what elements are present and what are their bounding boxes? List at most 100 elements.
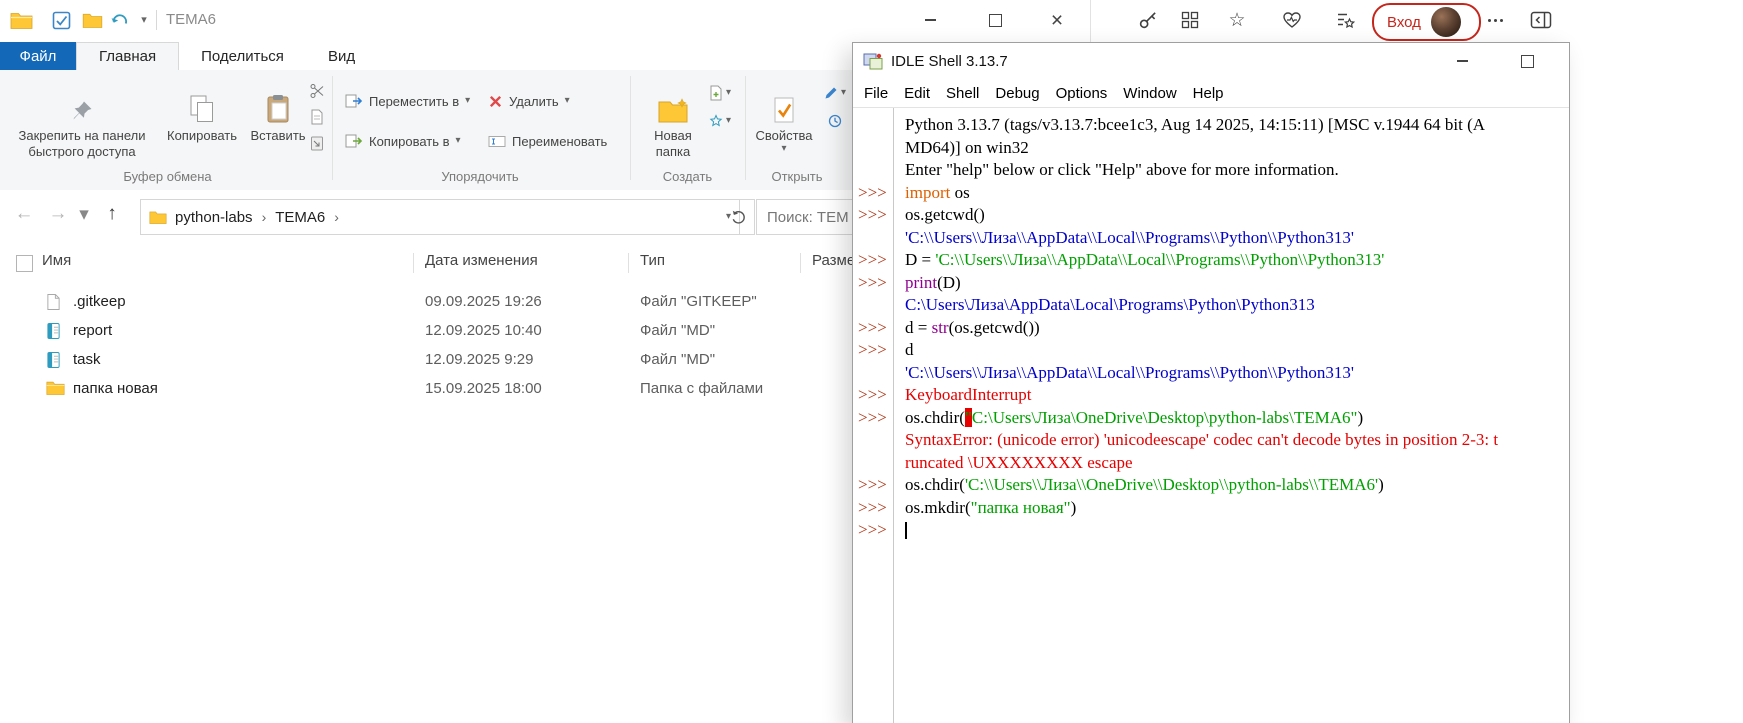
more-options-icon[interactable]: [1478, 4, 1512, 36]
new-folder-button[interactable]: Новая папка: [643, 78, 703, 160]
refresh-button[interactable]: [724, 199, 755, 235]
file-name: .gitkeep: [73, 293, 126, 310]
breadcrumb-current[interactable]: ТЕМА6: [275, 209, 325, 226]
menu-debug[interactable]: Debug: [987, 85, 1047, 102]
refresh-icon: [731, 209, 747, 225]
maximize-button[interactable]: [972, 0, 1018, 40]
copy-to-button[interactable]: Копировать в ▾: [345, 129, 461, 153]
desktop: ☆ Вход ▾ ТЕМА6: [0, 0, 1743, 723]
copy-path-button[interactable]: [300, 106, 334, 128]
shell-line: >>>d: [853, 339, 1569, 362]
file-type: Файл "GITKEEP": [640, 293, 757, 310]
column-name[interactable]: Имя: [42, 252, 71, 269]
shell-text: runcated \UXXXXXXXX escape: [898, 452, 1133, 475]
pin-to-quick-access-button[interactable]: Закрепить на панели быстрого доступа: [12, 78, 152, 160]
shell-prompt: >>>: [853, 182, 898, 205]
history-button[interactable]: [818, 110, 852, 132]
move-to-label: Переместить в: [369, 94, 459, 109]
new-folder-icon: [643, 78, 703, 128]
new-item-button[interactable]: ▾: [703, 82, 737, 104]
chevron-down-icon: ▾: [726, 88, 731, 98]
forward-icon[interactable]: →: [44, 200, 72, 228]
divider[interactable]: [413, 253, 414, 273]
md-icon: [46, 322, 64, 340]
file-row[interactable]: .gitkeep09.09.2025 19:26Файл "GITKEEP": [0, 288, 852, 317]
menu-shell[interactable]: Shell: [938, 85, 987, 102]
breadcrumb-chevron-icon[interactable]: ›: [334, 209, 339, 225]
column-type[interactable]: Тип: [640, 252, 665, 269]
easy-access-button[interactable]: ▾: [703, 110, 737, 132]
folder-icon: [149, 210, 167, 224]
undo-icon[interactable]: [108, 8, 132, 32]
menu-file[interactable]: File: [856, 85, 896, 102]
tab-file[interactable]: Файл: [0, 42, 76, 70]
breadcrumb-root[interactable]: python-labs: [175, 209, 253, 226]
minimize-button[interactable]: [907, 0, 953, 40]
signin-label: Вход: [1387, 14, 1421, 31]
favorites-hub-icon[interactable]: [1328, 4, 1362, 36]
menu-window[interactable]: Window: [1115, 85, 1184, 102]
breadcrumb-chevron-icon[interactable]: ›: [262, 209, 267, 225]
file-row[interactable]: папка новая15.09.2025 18:00Папка с файла…: [0, 375, 852, 404]
cut-button[interactable]: [300, 80, 334, 102]
tab-share[interactable]: Поделиться: [179, 42, 306, 70]
sidebar-panel-icon[interactable]: [1524, 4, 1558, 36]
move-to-button[interactable]: Переместить в ▾: [345, 89, 470, 113]
new-folder-qat-icon[interactable]: [80, 8, 104, 32]
shell-text: os.chdir('C:\\Users\\Лиза\\OneDrive\\Des…: [898, 474, 1384, 497]
prompt-divider: [893, 108, 894, 723]
copy-to-icon: [345, 133, 363, 149]
shell-line: 'C:\\Users\\Лиза\\AppData\\Local\\Progra…: [853, 227, 1569, 250]
idle-app-icon: [863, 51, 883, 71]
signin-button[interactable]: Вход: [1372, 3, 1481, 41]
properties-button[interactable]: Свойства ▾: [752, 78, 816, 154]
shell-prompt: [853, 452, 898, 475]
address-bar[interactable]: python-labs › ТЕМА6 › ▾: [140, 199, 740, 235]
chevron-down-icon: ▾: [456, 136, 461, 146]
idle-minimize-button[interactable]: [1440, 43, 1484, 79]
shell-text: [898, 519, 907, 542]
group-clipboard-label: Буфер обмена: [95, 169, 240, 184]
shell-prompt: [853, 137, 898, 160]
shell-line: >>>d = str(os.getcwd()): [853, 317, 1569, 340]
shell-text: print(D): [898, 272, 961, 295]
idle-maximize-button[interactable]: [1505, 43, 1549, 79]
chevron-down-icon[interactable]: ▾: [136, 8, 152, 32]
password-key-icon[interactable]: [1131, 4, 1165, 36]
md-icon: [46, 351, 64, 369]
paste-shortcut-button[interactable]: [300, 132, 334, 154]
back-icon[interactable]: ←: [10, 200, 38, 228]
delete-button[interactable]: Удалить ▾: [488, 89, 570, 113]
shell-line: MD64)] on win32: [853, 137, 1569, 160]
close-button[interactable]: ×: [1034, 0, 1080, 40]
shell-prompt: [853, 294, 898, 317]
properties-checkbox-icon[interactable]: [48, 8, 74, 32]
shell-line: >>>os.chdir("C:\Users\Лиза\OneDrive\Desk…: [853, 407, 1569, 430]
file-row[interactable]: task12.09.2025 9:29Файл "MD": [0, 346, 852, 375]
copy-button[interactable]: Копировать: [158, 78, 246, 144]
history-chevron-icon[interactable]: ▾: [76, 200, 92, 228]
rename-button[interactable]: Переименовать: [488, 129, 607, 153]
shell-output[interactable]: Python 3.13.7 (tags/v3.13.7:bcee1c3, Aug…: [853, 108, 1569, 723]
shell-line: >>>D = 'C:\\Users\\Лиза\\AppData\\Local\…: [853, 249, 1569, 272]
file-date: 12.09.2025 10:40: [425, 322, 542, 339]
menu-options[interactable]: Options: [1048, 85, 1116, 102]
menu-edit[interactable]: Edit: [896, 85, 938, 102]
divider[interactable]: [628, 253, 629, 273]
column-date[interactable]: Дата изменения: [425, 252, 538, 269]
tab-home[interactable]: Главная: [76, 42, 179, 70]
collections-icon[interactable]: [1173, 4, 1207, 36]
tab-view[interactable]: Вид: [306, 42, 377, 70]
menu-help[interactable]: Help: [1185, 85, 1232, 102]
file-row[interactable]: report12.09.2025 10:40Файл "MD": [0, 317, 852, 346]
shell-text: 'C:\\Users\\Лиза\\AppData\\Local\\Progra…: [898, 362, 1354, 385]
edit-button[interactable]: ▾: [818, 82, 852, 104]
shell-prompt: >>>: [853, 272, 898, 295]
browser-essentials-icon[interactable]: [1275, 4, 1309, 36]
maximize-icon: [989, 14, 1002, 27]
select-all-checkbox[interactable]: [16, 255, 33, 272]
divider[interactable]: [800, 253, 801, 273]
up-icon[interactable]: ↑: [98, 200, 126, 228]
rename-label: Переименовать: [512, 134, 607, 149]
add-favorite-star-icon[interactable]: ☆: [1220, 4, 1254, 36]
